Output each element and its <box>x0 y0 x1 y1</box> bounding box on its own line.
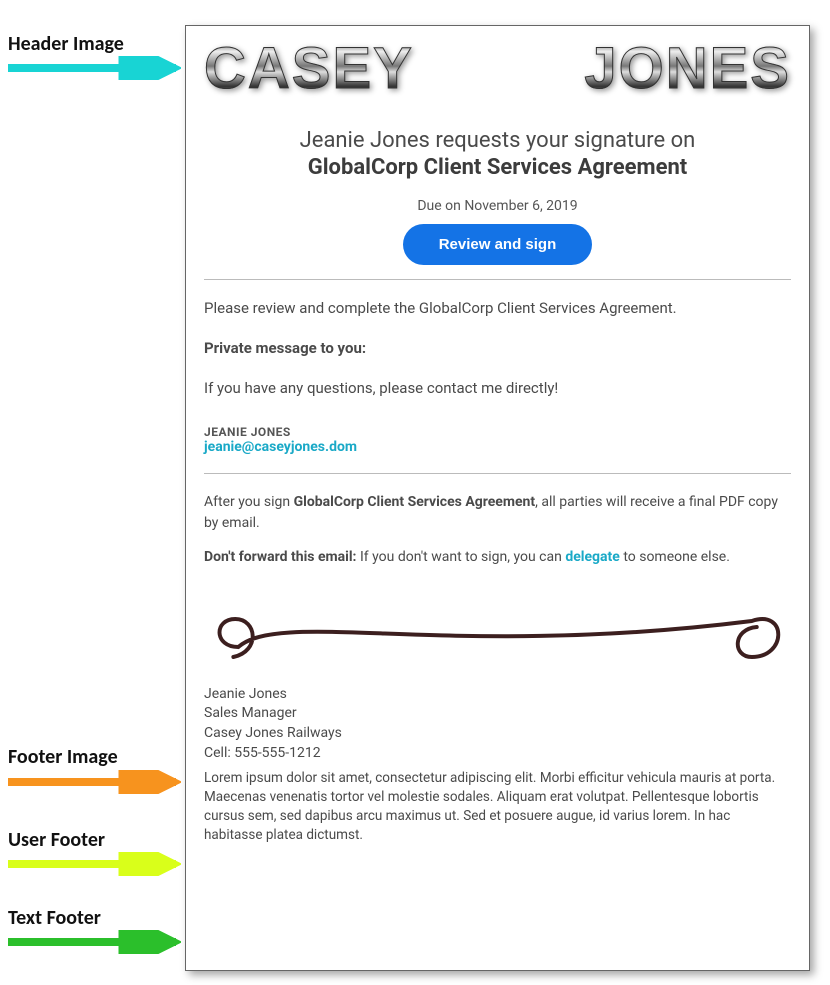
arrow-user-footer <box>6 852 181 876</box>
after-sign-note: After you sign GlobalCorp Client Service… <box>204 492 791 533</box>
title-document-name: GlobalCorp Client Services Agreement <box>204 155 791 180</box>
logo-last: JONES <box>584 40 791 98</box>
title-requester-line: Jeanie Jones requests your signature on <box>204 128 791 153</box>
callout-user-footer: User Footer <box>8 828 105 852</box>
private-message-label: Private message to you: <box>204 338 791 360</box>
callout-text-footer: Text Footer <box>8 906 101 930</box>
dont-forward-bold: Don't forward this email: <box>204 549 357 565</box>
intro-text: Please review and complete the GlobalCor… <box>204 298 791 320</box>
after-sign-prefix: After you sign <box>204 494 294 510</box>
user-footer-company: Casey Jones Railways <box>204 724 791 744</box>
dont-forward-tail: to someone else. <box>620 549 730 565</box>
user-footer-title: Sales Manager <box>204 704 791 724</box>
user-footer-name: Jeanie Jones <box>204 685 791 705</box>
divider <box>204 473 791 474</box>
sender-name: JEANIE JONES <box>204 425 791 439</box>
logo-first: CASEY <box>204 40 414 98</box>
dont-forward-note: Don't forward this email: If you don't w… <box>204 549 791 565</box>
arrow-header-image <box>6 56 181 80</box>
after-sign-doc: GlobalCorp Client Services Agreement <box>294 494 536 510</box>
footer-image <box>204 599 791 669</box>
arrow-text-footer <box>6 930 181 954</box>
text-footer: Lorem ipsum dolor sit amet, consectetur … <box>204 769 791 845</box>
user-footer: Jeanie Jones Sales Manager Casey Jones R… <box>204 685 791 763</box>
divider <box>204 279 791 280</box>
due-date: Due on November 6, 2019 <box>204 198 791 214</box>
callout-footer-image: Footer Image <box>8 745 118 769</box>
review-and-sign-button[interactable]: Review and sign <box>403 224 593 265</box>
email-frame: CASEY JONES Jeanie Jones requests your s… <box>185 25 810 971</box>
header-image: CASEY JONES <box>204 40 791 98</box>
arrow-footer-image <box>6 770 181 794</box>
private-message-body: If you have any questions, please contac… <box>204 378 791 400</box>
user-footer-cell: Cell: 555-555-1212 <box>204 744 791 764</box>
dont-forward-mid: If you don't want to sign, you can <box>357 549 566 565</box>
delegate-link[interactable]: delegate <box>565 549 620 565</box>
sender-email-link[interactable]: jeanie@caseyjones.dom <box>204 439 791 455</box>
callout-header-image: Header Image <box>8 32 124 56</box>
